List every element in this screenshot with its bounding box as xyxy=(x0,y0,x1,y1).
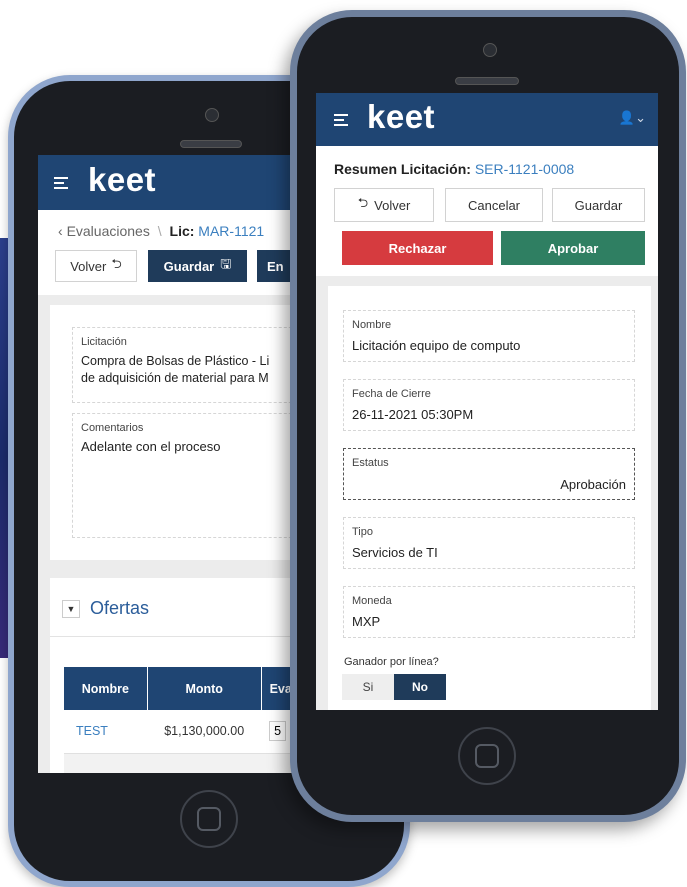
keet-logo: keet xyxy=(88,161,157,198)
phone-right-home-button[interactable] xyxy=(458,727,516,785)
ganador-toggle: Si No xyxy=(342,674,446,700)
moneda-value: MXP xyxy=(352,614,381,629)
undo-icon: ⮌ xyxy=(357,195,369,210)
table-row xyxy=(64,753,298,773)
tipo-label: Tipo xyxy=(352,526,373,538)
fecha-cierre-label: Fecha de Cierre xyxy=(352,388,431,400)
menu-icon[interactable] xyxy=(54,177,68,192)
app-header: keet 👤⌄ xyxy=(316,93,658,146)
user-menu[interactable]: 👤⌄ xyxy=(619,110,646,126)
reject-button-label: Rechazar xyxy=(388,240,447,256)
third-button-label: En xyxy=(267,258,284,274)
lic-code: MAR-1121 xyxy=(198,223,265,239)
column-header-nombre[interactable]: Nombre xyxy=(64,667,148,710)
fecha-cierre-value: 26-11-2021 05:30PM xyxy=(352,407,474,422)
row-monto: $1,130,000.00 xyxy=(164,724,245,739)
details-card: Licitación Compra de Bolsas de Plástico … xyxy=(50,305,298,560)
divider xyxy=(50,636,298,637)
save-button[interactable]: Guardar 🖫 xyxy=(148,250,247,282)
cancel-button-label: Cancelar xyxy=(467,197,521,213)
licitacion-line-1: Compra de Bolsas de Plástico - Li xyxy=(81,354,270,368)
nombre-field[interactable]: Nombre Licitación equipo de computo xyxy=(343,310,635,362)
back-button[interactable]: ⮌ Volver xyxy=(334,188,434,222)
moneda-field[interactable]: Moneda MXP xyxy=(343,586,635,638)
ganador-option-no[interactable]: No xyxy=(394,674,446,700)
ofertas-section: ▼ Ofertas Nombre Monto Eva TEST $1,130,0… xyxy=(50,578,298,773)
save-button[interactable]: Guardar xyxy=(552,188,645,222)
app-header: keet xyxy=(38,155,298,210)
summary-header: Resumen Licitación: SER-1121-0008 ⮌ Volv… xyxy=(316,146,658,276)
ofertas-title: Ofertas xyxy=(90,598,150,618)
caret-down-icon[interactable]: ▼ xyxy=(62,599,80,618)
licitacion-value: Compra de Bolsas de Plástico - Li de adq… xyxy=(81,353,269,387)
menu-icon[interactable] xyxy=(334,114,348,129)
licitacion-line-2: de adquisición de material para M xyxy=(81,371,269,385)
column-header-monto[interactable]: Monto xyxy=(147,667,262,710)
back-button[interactable]: Volver ⮌ xyxy=(55,250,137,282)
back-button-label: Volver xyxy=(70,258,107,274)
row-nombre-link[interactable]: TEST xyxy=(64,710,147,753)
phone-left-speaker xyxy=(180,140,242,148)
chevron-down-icon: ⌄ xyxy=(635,110,646,125)
phone-left-camera xyxy=(205,108,219,122)
ofertas-table: Nombre Monto Eva TEST $1,130,000.00 5 xyxy=(64,667,298,773)
form-card: Nombre Licitación equipo de computo Fech… xyxy=(328,286,651,710)
tipo-field[interactable]: Tipo Servicios de TI xyxy=(343,517,635,569)
tipo-value: Servicios de TI xyxy=(352,545,438,560)
nombre-label: Nombre xyxy=(352,319,392,331)
cancel-button[interactable]: Cancelar xyxy=(445,188,543,222)
nombre-value: Licitación equipo de computo xyxy=(352,338,521,353)
estatus-field[interactable]: Estatus Aprobación xyxy=(343,448,635,500)
fecha-cierre-field[interactable]: Fecha de Cierre 26-11-2021 05:30PM xyxy=(343,379,635,431)
reject-button[interactable]: Rechazar xyxy=(342,231,493,265)
phone-right-speaker xyxy=(455,77,519,85)
licitacion-field[interactable]: Licitación Compra de Bolsas de Plástico … xyxy=(72,327,298,403)
breadcrumb-bar: ‹ Evaluaciones \ Lic: MAR-1121 Volver ⮌ … xyxy=(38,210,298,295)
table-header-row: Nombre Monto Eva xyxy=(64,667,298,710)
lic-prefix: Lic: xyxy=(169,223,195,239)
comentarios-label: Comentarios xyxy=(81,422,144,434)
table-row: TEST $1,130,000.00 5 xyxy=(64,710,298,753)
moneda-label: Moneda xyxy=(352,595,392,607)
approve-button-label: Aprobar xyxy=(547,240,599,256)
evaluacion-input[interactable]: 5 xyxy=(269,721,287,742)
phone-left-screen: keet ‹ Evaluaciones \ Lic: MAR-1121 Volv… xyxy=(38,155,298,773)
ofertas-header[interactable]: ▼ Ofertas xyxy=(62,598,149,619)
floppy-disk-icon: 🖫 xyxy=(220,256,232,271)
save-button-label: Guardar xyxy=(163,258,215,274)
back-button-label: Volver xyxy=(374,197,411,213)
phone-right-camera xyxy=(483,43,497,57)
breadcrumb-parent[interactable]: Evaluaciones xyxy=(67,223,150,239)
page-title: Resumen Licitación: SER-1121-0008 xyxy=(334,161,574,177)
licitacion-code: SER-1121-0008 xyxy=(474,161,575,177)
estatus-label: Estatus xyxy=(352,457,389,469)
breadcrumb: ‹ Evaluaciones \ Lic: MAR-1121 xyxy=(58,223,264,239)
phone-right-screen: keet 👤⌄ Resumen Licitación: SER-1121-000… xyxy=(316,93,658,710)
save-button-label: Guardar xyxy=(574,197,623,213)
estatus-value: Aprobación xyxy=(560,477,626,492)
comentarios-field[interactable]: Comentarios Adelante con el proceso xyxy=(72,413,298,538)
approve-button[interactable]: Aprobar xyxy=(501,231,645,265)
page-title-label: Resumen Licitación: xyxy=(334,161,471,177)
undo-icon: ⮌ xyxy=(111,256,122,271)
keet-logo: keet xyxy=(367,98,436,135)
breadcrumb-separator: \ xyxy=(157,223,162,239)
user-icon: 👤 xyxy=(618,110,636,125)
chevron-left-icon: ‹ xyxy=(58,223,67,239)
comentarios-value: Adelante con el proceso xyxy=(81,439,221,454)
ganador-option-si[interactable]: Si xyxy=(342,674,394,700)
phone-left-home-button[interactable] xyxy=(180,790,238,848)
ganador-label: Ganador por línea? xyxy=(344,656,439,668)
licitacion-label: Licitación xyxy=(81,336,127,348)
